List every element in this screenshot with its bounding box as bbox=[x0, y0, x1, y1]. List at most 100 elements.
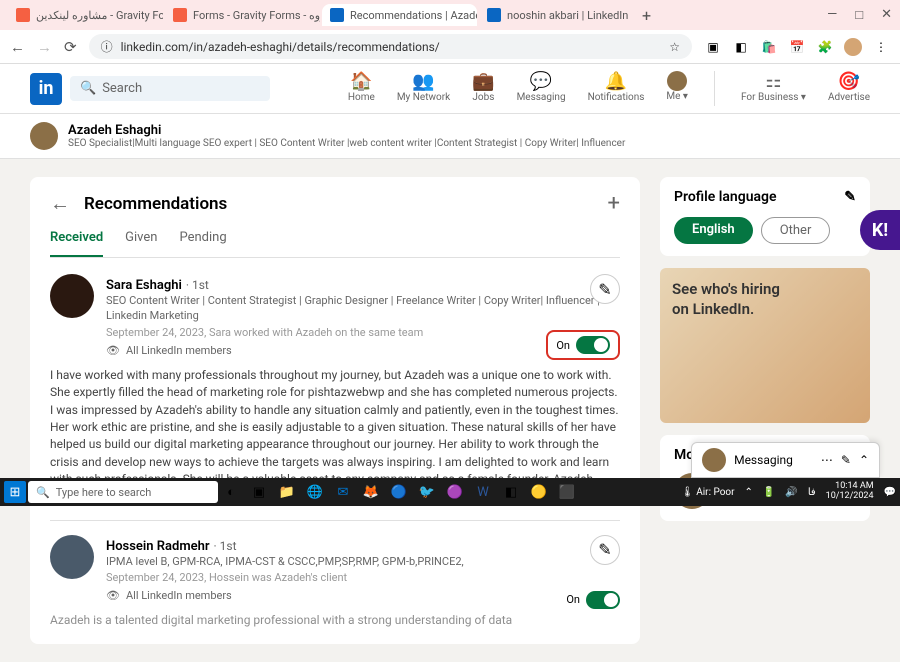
nav-messaging[interactable]: 💬Messaging bbox=[517, 71, 566, 106]
compose-icon[interactable]: ✎ bbox=[841, 453, 851, 467]
tb-word[interactable]: W bbox=[472, 481, 494, 503]
toggle-switch[interactable] bbox=[576, 336, 610, 354]
back-button[interactable]: ← bbox=[10, 38, 25, 56]
taskbar-clock[interactable]: 10:14 AM10/12/2024 bbox=[826, 482, 874, 502]
tb-app[interactable]: ◧ bbox=[500, 481, 522, 503]
ext-icon[interactable]: 📅 bbox=[788, 38, 806, 56]
grid-icon: ⚏ bbox=[765, 71, 781, 92]
tb-firefox[interactable]: 🦊 bbox=[360, 481, 382, 503]
edit-icon[interactable]: ✎ bbox=[844, 189, 856, 205]
hiring-line2: on LinkedIn. bbox=[672, 300, 754, 318]
maximize-button[interactable]: □ bbox=[855, 7, 863, 23]
linkedin-logo[interactable]: in bbox=[30, 73, 62, 105]
tb-edge[interactable]: 🌐 bbox=[304, 481, 326, 503]
lang-english[interactable]: English bbox=[674, 217, 753, 244]
close-window-button[interactable]: ✕ bbox=[881, 7, 892, 23]
toggle-label: On bbox=[556, 339, 570, 352]
rec-date: September 24, 2023, Hossein was Azadeh's… bbox=[106, 571, 620, 584]
browser-tab-1[interactable]: Forms - Gravity Forms - گروه✕ bbox=[165, 4, 320, 26]
lang-other[interactable]: Other bbox=[761, 217, 831, 244]
profile-header: Azadeh Eshaghi SEO Specialist|Multi lang… bbox=[0, 114, 900, 159]
weather-widget[interactable]: 🌡 Air: Poor bbox=[681, 487, 734, 498]
tb-mail[interactable]: ✉ bbox=[332, 481, 354, 503]
hiring-promo[interactable]: See who's hiring on LinkedIn. bbox=[660, 268, 870, 423]
tb-app[interactable]: ⬛ bbox=[556, 481, 578, 503]
taskbar-search[interactable]: 🔍Type here to search bbox=[28, 481, 218, 503]
edit-button[interactable]: ✎ bbox=[590, 274, 620, 304]
tab-given[interactable]: Given bbox=[125, 230, 157, 257]
messaging-bar[interactable]: Messaging ⋯ ✎ ⌃ bbox=[691, 442, 880, 478]
rec-avatar[interactable] bbox=[50, 535, 94, 579]
search-input[interactable]: 🔍 Search bbox=[70, 76, 270, 101]
nav-advertise[interactable]: 🎯Advertise bbox=[828, 71, 870, 106]
sidebar: Profile language ✎ English Other See who'… bbox=[660, 177, 870, 644]
account-avatar[interactable] bbox=[844, 38, 862, 56]
nav-home[interactable]: 🏠Home bbox=[348, 71, 375, 106]
tb-app[interactable]: 🐦 bbox=[416, 481, 438, 503]
tab-pending[interactable]: Pending bbox=[179, 230, 226, 257]
rec-avatar[interactable] bbox=[50, 274, 94, 318]
browser-tab-3[interactable]: nooshin akbari | LinkedIn✕ bbox=[479, 4, 634, 26]
nav-jobs[interactable]: 💼Jobs bbox=[472, 71, 494, 106]
recommendations-card: ← Recommendations + Received Given Pendi… bbox=[30, 177, 640, 644]
toggle-label: On bbox=[566, 593, 580, 606]
tb-app[interactable]: 🟣 bbox=[444, 481, 466, 503]
puzzle-icon[interactable]: 🧩 bbox=[816, 38, 834, 56]
rec-body: Azadeh is a talented digital marketing p… bbox=[50, 612, 620, 629]
browser-menu[interactable]: ⋮ bbox=[872, 38, 890, 56]
browser-tab-bar: مشاوره لینکدین - Gravity Forms✕ Forms - … bbox=[0, 0, 900, 30]
nav-notifications[interactable]: 🔔Notifications bbox=[588, 71, 645, 106]
more-icon[interactable]: ⋯ bbox=[821, 453, 833, 467]
profile-avatar[interactable] bbox=[30, 122, 58, 150]
back-arrow[interactable]: ← bbox=[50, 191, 70, 216]
url-input[interactable]: ⓘ linkedin.com/in/azadeh-eshaghi/details… bbox=[89, 34, 692, 59]
search-icon: 🔍 bbox=[80, 81, 96, 96]
rec-visibility: 👁All LinkedIn members bbox=[106, 589, 620, 602]
rec-degree: · 1st bbox=[214, 539, 237, 553]
nav-network[interactable]: 👥My Network bbox=[397, 71, 450, 106]
minimize-button[interactable]: — bbox=[827, 7, 837, 23]
tray-icon[interactable]: 🔊 bbox=[785, 487, 797, 498]
nav-business[interactable]: ⚏For Business ▾ bbox=[741, 71, 806, 106]
tab-received[interactable]: Received bbox=[50, 230, 103, 257]
tray-lang[interactable]: فا bbox=[808, 487, 816, 498]
address-bar: ← → ⟳ ⓘ linkedin.com/in/azadeh-eshaghi/d… bbox=[0, 30, 900, 64]
nav-me[interactable]: Me ▾ bbox=[666, 71, 688, 106]
reload-button[interactable]: ⟳ bbox=[64, 38, 77, 56]
add-button[interactable]: + bbox=[608, 191, 620, 216]
tb-app[interactable]: ▣ bbox=[248, 481, 270, 503]
ext-icon[interactable]: 🛍️ bbox=[760, 38, 778, 56]
profile-name[interactable]: Azadeh Eshaghi bbox=[68, 123, 625, 138]
tab-label: Recommendations | Azadeh Es bbox=[350, 9, 477, 22]
ext-icon[interactable]: ▣ bbox=[704, 38, 722, 56]
tb-chrome[interactable]: 🟡 bbox=[528, 481, 550, 503]
star-icon[interactable]: ☆ bbox=[669, 40, 680, 54]
tray-chevron[interactable]: ⌃ bbox=[745, 487, 753, 498]
tb-app[interactable]: ◐ bbox=[220, 481, 242, 503]
kahoot-widget[interactable]: K! bbox=[860, 210, 900, 250]
tray-icon[interactable]: 🔋 bbox=[763, 487, 775, 498]
edit-button[interactable]: ✎ bbox=[590, 535, 620, 565]
recommendation-item: ✎ Hossein Radmehr · 1st IPMA level B, GP… bbox=[50, 520, 620, 630]
browser-tab-2[interactable]: Recommendations | Azadeh Es✕ bbox=[322, 4, 477, 26]
ext-icon[interactable]: ◧ bbox=[732, 38, 750, 56]
tb-app[interactable]: 🔵 bbox=[388, 481, 410, 503]
chevron-up-icon[interactable]: ⌃ bbox=[859, 453, 869, 467]
forward-button[interactable]: → bbox=[37, 38, 52, 56]
network-icon: 👥 bbox=[412, 71, 434, 92]
linkedin-navbar: in 🔍 Search 🏠Home 👥My Network 💼Jobs 💬Mes… bbox=[0, 64, 900, 114]
rec-name[interactable]: Hossein Radmehr bbox=[106, 539, 210, 554]
rec-visibility: 👁All LinkedIn members bbox=[106, 344, 620, 357]
rec-name[interactable]: Sara Eshaghi bbox=[106, 278, 182, 293]
tab-label: مشاوره لینکدین - Gravity Forms bbox=[36, 9, 163, 22]
lang-title: Profile language bbox=[674, 189, 777, 205]
tb-explorer[interactable]: 📁 bbox=[276, 481, 298, 503]
page-title: Recommendations bbox=[84, 194, 227, 214]
new-tab-button[interactable]: + bbox=[642, 6, 651, 25]
recommendation-item: ✎ Sara Eshaghi · 1st SEO Content Writer … bbox=[50, 274, 620, 506]
notification-icon[interactable]: 💬 bbox=[884, 487, 896, 498]
toggle-switch[interactable] bbox=[586, 591, 620, 609]
start-button[interactable]: ⊞ bbox=[4, 481, 26, 503]
browser-tab-0[interactable]: مشاوره لینکدین - Gravity Forms✕ bbox=[8, 4, 163, 26]
hiring-line1: See who's hiring bbox=[672, 280, 780, 298]
